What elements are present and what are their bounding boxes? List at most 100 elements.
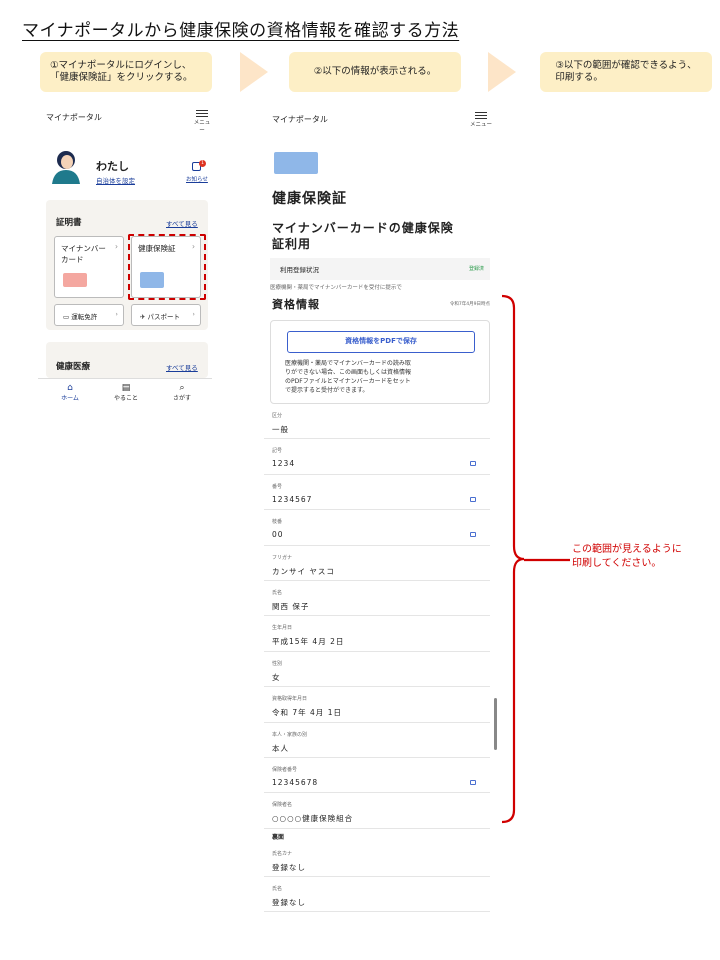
copy-icon[interactable] (470, 532, 476, 538)
field-label: 氏名 (272, 886, 283, 892)
registration-row: 利用登録状況 登録済 (270, 258, 490, 280)
brace-pointer (524, 558, 570, 562)
hamburger-icon (196, 110, 208, 117)
hamburger-icon (475, 112, 487, 119)
field-row: 氏名カナ 登録なし (264, 842, 490, 877)
field-value: 00 (272, 530, 284, 540)
health-heading: 健康医療 (56, 362, 91, 372)
field-row: 氏名 関西 保子 (264, 581, 490, 617)
notice-badge: 1 (199, 160, 206, 167)
field-label: 記号 (272, 448, 283, 455)
clipboard-icon: ▤ (121, 383, 131, 393)
field-value: 一般 (272, 425, 289, 434)
field-label: フリガナ (272, 554, 293, 561)
chevron-right-icon: › (115, 310, 118, 318)
municipality-link[interactable]: 自治体を設定 (96, 175, 135, 185)
field-value: 1234 (272, 459, 296, 469)
section-title: マイナンバーカードの健康保険 証利用 (272, 221, 454, 251)
qualification-heading: 資格情報 (272, 298, 320, 311)
field-value: 関西 保子 (272, 602, 310, 611)
app-name: マイナポータル (272, 115, 328, 124)
field-value: 女 (272, 672, 281, 682)
health-see-all-link[interactable]: すべて見る (166, 362, 198, 372)
menu-button[interactable]: メニュー (470, 112, 492, 128)
mynumber-card-tile[interactable]: マイナンバー カード › (54, 236, 124, 298)
field-row: 資格取得年月日令和 7年 4月 1日 (264, 687, 490, 723)
field-value: ○○○○健康保険組合 (272, 814, 354, 824)
phone-home-screen: マイナポータル メニュー わたし 自治体を設定 1 お知らせ 証明書 すべて見る… (38, 100, 212, 410)
field-row: 枝番 00 (264, 510, 490, 546)
license-icon: ▭ (63, 313, 72, 321)
field-value: 登録なし (272, 898, 306, 907)
info-text: 医療機関・薬局でマイナンバーカードを受付に提示で (270, 285, 402, 291)
field-value: 本人 (272, 743, 289, 753)
field-label: 生年月日 (272, 625, 293, 632)
field-value: 令和 7年 4月 1日 (272, 708, 342, 718)
field-label: 氏名 (272, 590, 283, 596)
insurance-card-icon (274, 152, 318, 174)
highlight-box (128, 234, 206, 300)
field-value: 登録なし (272, 863, 306, 872)
scrollbar[interactable] (494, 698, 497, 750)
field-row: 保険者名 ○○○○健康保険組合 (264, 793, 490, 829)
chevron-right-icon: › (192, 310, 195, 318)
nav-todo[interactable]: ▤ やること (106, 383, 146, 402)
field-row: 生年月日平成15年 4月 2日 (264, 616, 490, 652)
field-row: 性別女 (264, 652, 490, 688)
field-row: 区分 一般 (264, 404, 490, 440)
field-label: 氏名カナ (272, 851, 293, 857)
step-2: ②以下の情報が表示される。 (289, 52, 461, 92)
field-label: 性別 (272, 660, 283, 667)
home-icon: ⌂ (67, 383, 73, 393)
step-3: ③以下の範囲が確認できるよう、 印刷する。 (540, 52, 712, 92)
status-badge: 登録済 (468, 266, 484, 272)
chevron-right-icon: › (115, 242, 118, 251)
field-row: 番号 1234567 (264, 475, 490, 511)
print-annotation: この範囲が見えるように 印刷してください。 (572, 544, 682, 569)
field-label: 資格取得年月日 (272, 696, 308, 703)
field-row: 記号 1234 (264, 439, 490, 475)
field-value: 1234567 (272, 494, 313, 504)
field-label: 保険者名 (272, 802, 293, 809)
field-label: 保険者番号 (272, 767, 298, 773)
passport-tile[interactable]: ✈ パスポート › (131, 304, 201, 326)
drivers-license-tile[interactable]: ▭ 運転免許 › (54, 304, 124, 326)
pdf-description: 医療機関・薬局でマイナンバーカードの読み取 りができない場合、この画面もしくは資… (285, 360, 412, 394)
field-row: 保険者番号 12345678 (264, 758, 490, 794)
field-value: 平成15年 4月 2日 (272, 637, 345, 647)
back-heading: 裏面 (272, 834, 285, 841)
copy-icon[interactable] (470, 461, 476, 467)
plane-icon: ✈ (140, 313, 148, 321)
notice-button[interactable]: 1 お知らせ (186, 160, 210, 186)
arrow-icon (240, 52, 268, 92)
field-label: 枝番 (272, 519, 283, 526)
page-heading: 健康保険証 (272, 191, 347, 207)
search-icon: ⌕ (179, 383, 185, 393)
field-row: 氏名 登録なし (264, 877, 490, 912)
phone-insurance-screen: マイナポータル メニュー 健康保険証 マイナンバーカードの健康保険 証利用 利用… (264, 100, 494, 915)
qualification-date: 令和7年4月9日時点 (449, 302, 490, 307)
field-label: 本人・家族の別 (272, 731, 308, 738)
see-all-link[interactable]: すべて見る (166, 218, 198, 228)
nav-search[interactable]: ⌕ さがす (162, 383, 202, 402)
bottom-nav: ⌂ ホーム ▤ やること ⌕ さがす (38, 378, 212, 410)
avatar (52, 151, 80, 184)
field-label: 区分 (272, 413, 283, 419)
pdf-box: 資格情報をPDFで保存 医療機関・薬局でマイナンバーカードの読み取 りができない… (270, 320, 490, 404)
save-pdf-button[interactable]: 資格情報をPDFで保存 (287, 331, 475, 353)
user-name: わたし (96, 160, 129, 173)
field-value: 12345678 (272, 778, 319, 787)
copy-icon[interactable] (470, 780, 476, 785)
menu-button[interactable]: メニュー (192, 110, 212, 134)
nav-home[interactable]: ⌂ ホーム (50, 383, 90, 402)
id-card-icon (63, 273, 87, 287)
copy-icon[interactable] (470, 496, 476, 502)
certificates-heading: 証明書 (56, 218, 82, 228)
step-1: ①マイナポータルにログインし、 「健康保険証」をクリックする。 (40, 52, 212, 92)
field-row: フリガナカンサイ ヤスコ (264, 546, 490, 581)
field-label: 番号 (272, 483, 283, 490)
field-value: カンサイ ヤスコ (272, 566, 335, 576)
field-row: 本人・家族の別 本人 (264, 723, 490, 758)
arrow-icon (488, 52, 516, 92)
range-brace (501, 294, 524, 824)
